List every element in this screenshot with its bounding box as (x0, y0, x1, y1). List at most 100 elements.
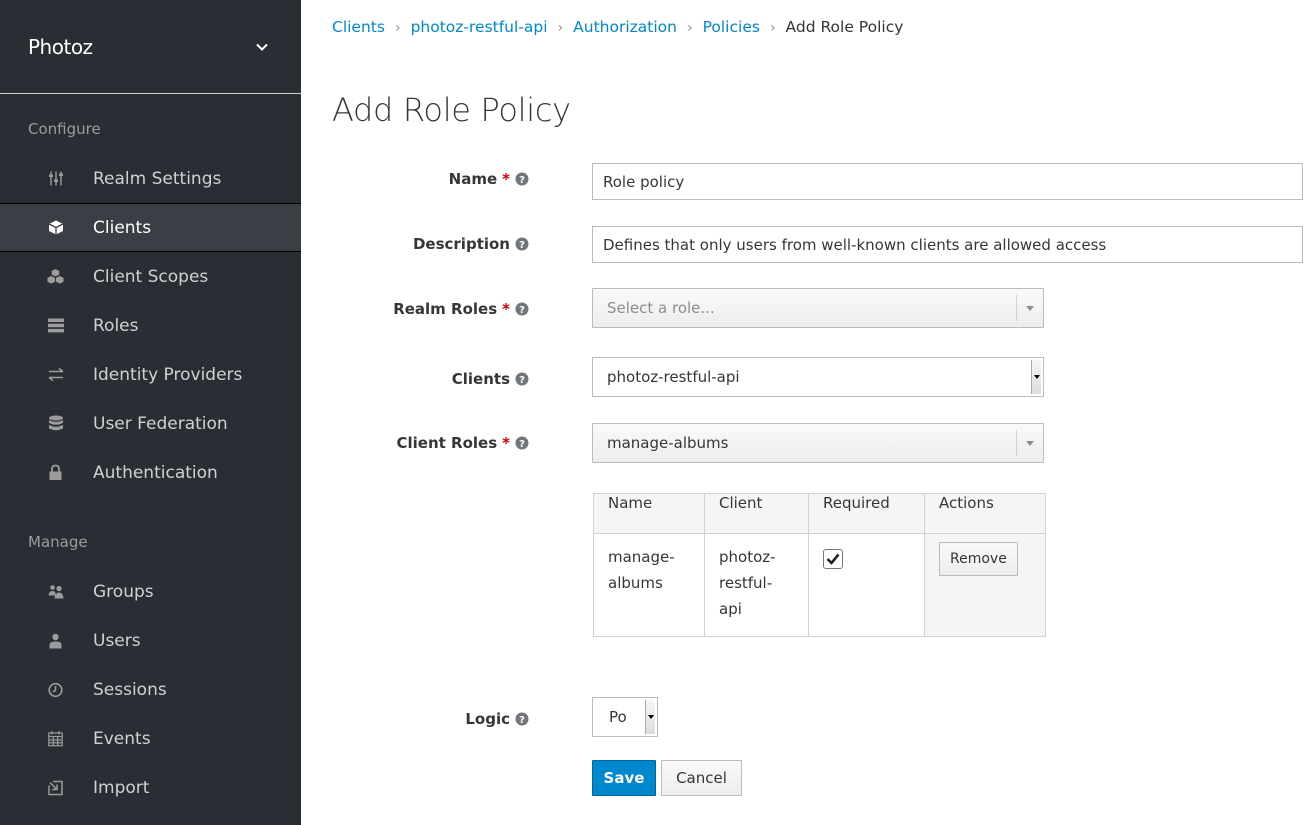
required-checkbox[interactable] (823, 549, 843, 569)
sidebar-item-label: Client Scopes (93, 266, 209, 287)
list-icon (47, 317, 64, 334)
cancel-button[interactable]: Cancel (661, 760, 742, 796)
exchange-icon (47, 366, 64, 383)
logic-select-value: Po (609, 708, 627, 726)
table-header-row: Name Client Required Actions (593, 493, 1046, 534)
client-roles-select-value: manage-albums (607, 434, 729, 452)
breadcrumb-separator: › (769, 20, 776, 36)
breadcrumb-separator: › (686, 20, 693, 36)
role-name-line: albums (608, 574, 663, 592)
help-icon[interactable]: ? (515, 436, 529, 450)
sidebar: Photoz Configure Realm Settings Clients … (0, 0, 301, 825)
cubes-icon (47, 268, 64, 285)
save-button[interactable]: Save (592, 760, 656, 796)
breadcrumb: Clients › photoz-restful-api › Authorization… (332, 18, 903, 36)
chevron-down-icon (256, 43, 268, 51)
role-actions-cell: Remove (924, 533, 1046, 637)
breadcrumb-link-clients[interactable]: Clients (332, 18, 385, 36)
breadcrumb-link-authorization[interactable]: Authorization (573, 18, 677, 36)
sidebar-item-client-scopes[interactable]: Client Scopes (0, 252, 301, 301)
sidebar-item-clients[interactable]: Clients (0, 203, 301, 252)
realm-roles-select[interactable]: Select a role... (592, 288, 1044, 328)
breadcrumb-current: Add Role Policy (785, 18, 904, 36)
sidebar-item-label: Groups (93, 581, 154, 602)
caret-down-icon (1031, 360, 1041, 394)
sidebar-item-users[interactable]: Users (0, 616, 301, 665)
help-icon[interactable]: ? (515, 712, 529, 726)
name-input[interactable]: Role policy (592, 163, 1303, 200)
required-asterisk: * (502, 434, 510, 452)
svg-text:?: ? (519, 375, 525, 386)
logic-label-text: Logic (465, 710, 510, 728)
lock-icon (47, 464, 64, 481)
required-asterisk: * (502, 300, 510, 318)
sidebar-item-label: Events (93, 728, 151, 749)
sidebar-item-label: Clients (93, 217, 152, 238)
svg-text:?: ? (519, 175, 525, 186)
sidebar-item-label: User Federation (93, 413, 228, 434)
client-roles-table: Name Client Required Actions manage- alb… (593, 493, 1046, 637)
logic-select[interactable]: Po (592, 697, 658, 737)
role-required-cell (808, 533, 925, 637)
caret-down-icon (1016, 295, 1043, 321)
user-icon (47, 632, 64, 649)
realm-name: Photoz (28, 34, 93, 59)
cube-icon (47, 219, 64, 236)
help-icon[interactable]: ? (515, 372, 529, 386)
name-label: Name * ? (279, 170, 529, 188)
help-icon[interactable]: ? (515, 302, 529, 316)
caret-down-icon (1016, 430, 1043, 456)
realm-roles-label: Realm Roles * ? (279, 300, 529, 318)
description-label-text: Description (412, 235, 510, 253)
database-icon (47, 415, 64, 432)
calendar-icon (47, 730, 64, 747)
sidebar-item-user-federation[interactable]: User Federation (0, 399, 301, 448)
role-name-cell: manage- albums (593, 533, 705, 637)
sidebar-item-groups[interactable]: Groups (0, 567, 301, 616)
sidebar-item-label: Roles (93, 315, 139, 336)
client-roles-select[interactable]: manage-albums (592, 423, 1044, 463)
remove-button[interactable]: Remove (939, 542, 1018, 576)
sidebar-item-label: Sessions (93, 679, 167, 700)
realm-selector[interactable]: Photoz (0, 0, 301, 94)
help-icon[interactable]: ? (515, 237, 529, 251)
column-header-name: Name (593, 493, 705, 534)
help-icon[interactable]: ? (515, 172, 529, 186)
description-input[interactable]: Defines that only users from well-known … (592, 226, 1303, 263)
sidebar-item-label: Users (93, 630, 141, 651)
caret-down-icon (645, 700, 655, 734)
breadcrumb-separator: › (394, 20, 401, 36)
role-client-line: photoz- (719, 548, 776, 566)
clients-label-text: Clients (451, 370, 510, 388)
sidebar-item-events[interactable]: Events (0, 714, 301, 763)
svg-text:?: ? (519, 305, 525, 316)
section-title-manage: Manage (28, 533, 88, 551)
page-title: Add Role Policy (332, 91, 571, 129)
import-icon (47, 779, 64, 796)
client-roles-label-text: Client Roles (396, 434, 498, 452)
sidebar-item-sessions[interactable]: Sessions (0, 665, 301, 714)
sidebar-item-label: Identity Providers (93, 364, 243, 385)
sliders-icon (47, 170, 64, 187)
section-title-configure: Configure (28, 120, 101, 138)
sidebar-item-realm-settings[interactable]: Realm Settings (0, 154, 301, 203)
role-client-cell: photoz- restful- api (704, 533, 809, 637)
realm-roles-label-text: Realm Roles (393, 300, 498, 318)
breadcrumb-link-client[interactable]: photoz-restful-api (411, 18, 548, 36)
clients-select[interactable]: photoz-restful-api (592, 357, 1044, 397)
name-label-text: Name (448, 170, 498, 188)
checkmark-icon (826, 553, 840, 565)
sidebar-item-authentication[interactable]: Authentication (0, 448, 301, 497)
sidebar-item-import[interactable]: Import (0, 763, 301, 812)
sidebar-item-label: Import (93, 777, 150, 798)
sidebar-item-roles[interactable]: Roles (0, 301, 301, 350)
column-header-actions: Actions (924, 493, 1046, 534)
svg-text:?: ? (519, 715, 525, 726)
logic-label: Logic ? (279, 710, 529, 728)
breadcrumb-separator: › (557, 20, 564, 36)
svg-text:?: ? (519, 240, 525, 251)
column-header-client: Client (704, 493, 809, 534)
breadcrumb-link-policies[interactable]: Policies (703, 18, 760, 36)
sidebar-item-label: Authentication (93, 462, 218, 483)
sidebar-item-identity-providers[interactable]: Identity Providers (0, 350, 301, 399)
